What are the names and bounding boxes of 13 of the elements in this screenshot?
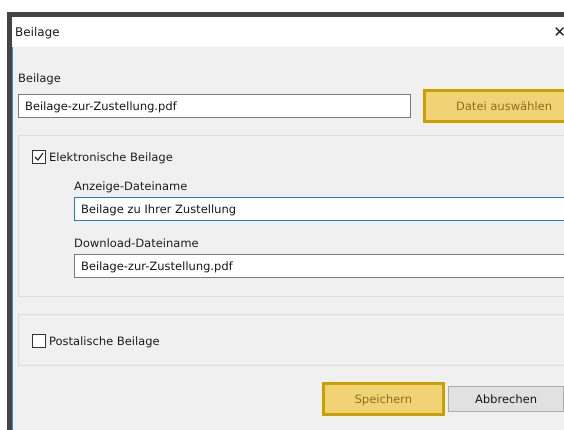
text-field[interactable]: Beilage-zur-Zustellung.pdf bbox=[74, 254, 564, 278]
close-button[interactable]: ✕ bbox=[553, 23, 564, 41]
checkbox[interactable] bbox=[32, 334, 46, 348]
dialog-button[interactable]: Abbrechen bbox=[448, 386, 564, 412]
checkbox[interactable] bbox=[32, 150, 46, 164]
field-label: Beilage bbox=[18, 71, 62, 85]
file-field[interactable]: Beilage-zur-Zustellung.pdf bbox=[18, 94, 412, 118]
window-title: Beilage bbox=[15, 25, 60, 39]
field-label: Download-Dateiname bbox=[74, 236, 200, 250]
checkbox-label: Postalische Beilage bbox=[49, 334, 160, 348]
field-label: Anzeige-Dateiname bbox=[74, 179, 188, 193]
checkbox-label: Elektronische Beilage bbox=[49, 150, 173, 164]
text-field[interactable]: Beilage zu Ihrer Zustellung bbox=[74, 197, 564, 221]
